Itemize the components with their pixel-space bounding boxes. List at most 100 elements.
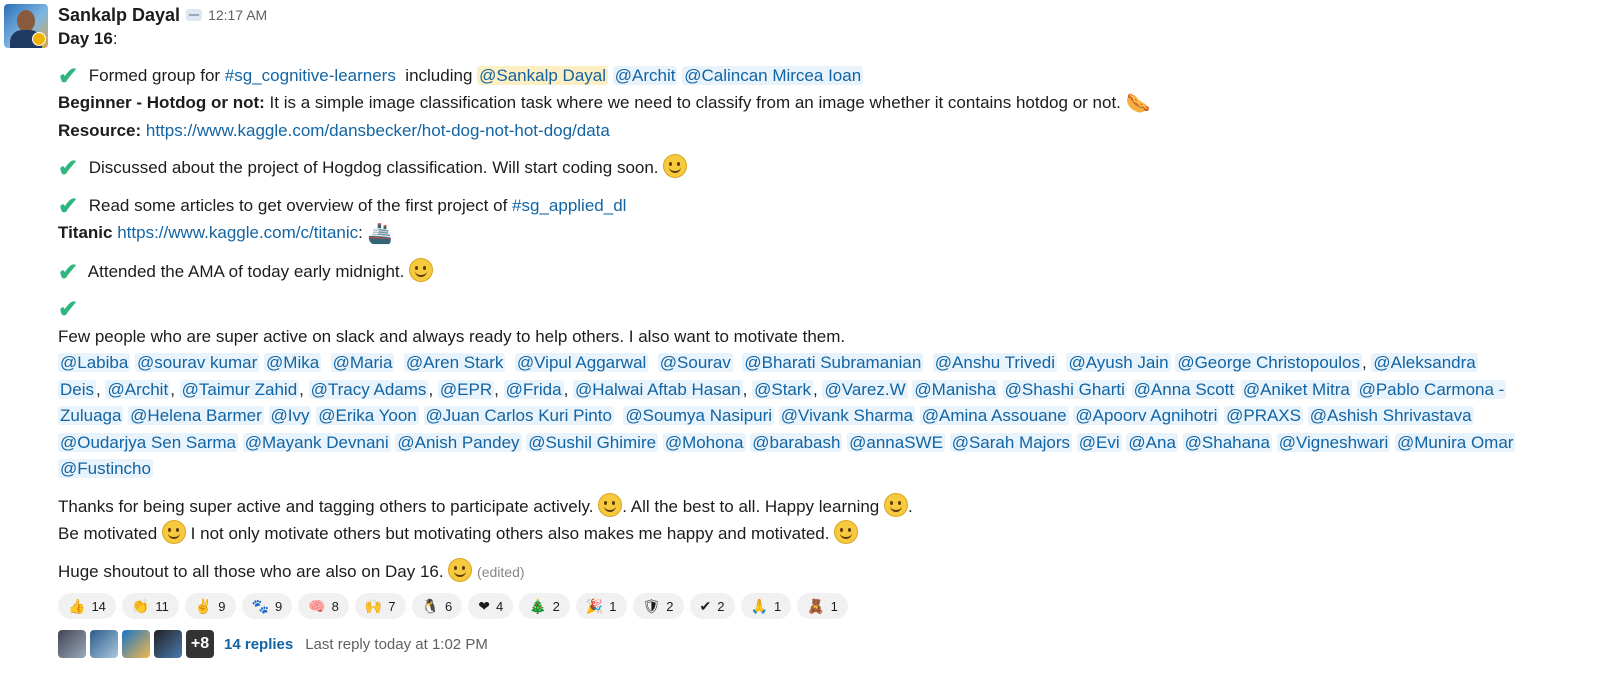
- mention[interactable]: @Sarah Majors: [949, 432, 1073, 452]
- more-repliers[interactable]: +8: [186, 630, 214, 658]
- channel-link[interactable]: #sg_cognitive-learners: [225, 66, 396, 85]
- mention[interactable]: @Vivank Sharma: [778, 406, 916, 425]
- mention[interactable]: @Ana: [1126, 432, 1178, 452]
- mention[interactable]: @annaSWE: [847, 432, 945, 452]
- reaction-emoji-icon: 🐧: [421, 597, 439, 614]
- reaction-pill[interactable]: 🎉 1: [575, 593, 627, 619]
- mention[interactable]: @Archit: [612, 65, 678, 85]
- titanic-line: Titanic https://www.kaggle.com/c/titanic…: [58, 220, 1578, 248]
- reaction-bar: 👍 14 👏 11 ✌ 9 🐾 9 🧠 8 🙌 7 🐧 6 ❤ 4 🎄 2 🎉 1 🛡 2 ✔ 2 🙏 1 🧸 1: [58, 593, 1578, 621]
- mention[interactable]: @Erika Yoon: [316, 406, 419, 425]
- mention-line: Zuluaga @Helena Barmer @Ivy @Erika Yoon …: [58, 403, 1578, 430]
- mention[interactable]: @Vipul Aggarwal: [514, 353, 649, 372]
- reaction-emoji-icon: 🎉: [585, 597, 604, 614]
- check-icon: ✔: [58, 258, 79, 286]
- reply-avatar[interactable]: [154, 630, 182, 658]
- mention[interactable]: @Tracy Adams: [308, 379, 429, 399]
- reaction-pill[interactable]: 🙏 1: [740, 593, 792, 619]
- mention[interactable]: @Sankalp Dayal: [477, 65, 609, 85]
- mention[interactable]: @Ashish Shrivastava: [1307, 406, 1474, 425]
- mention[interactable]: @Ivy: [268, 406, 312, 425]
- mention[interactable]: @Mika: [264, 353, 322, 372]
- mention[interactable]: @Halwai Aftab Hasan: [573, 379, 743, 399]
- check-icon: ✔: [58, 192, 79, 220]
- mention[interactable]: @Labiba: [58, 353, 131, 372]
- channel-link[interactable]: #sg_applied_dl: [512, 196, 626, 215]
- mention[interactable]: @Anna Scott: [1131, 379, 1237, 399]
- mention[interactable]: @Mayank Devnani: [242, 432, 391, 452]
- mention[interactable]: @Pablo Carmona -: [1356, 379, 1507, 399]
- mention[interactable]: @Apoorv Agnihotri: [1073, 406, 1220, 425]
- mention[interactable]: @Juan Carlos Kuri Pinto: [423, 406, 614, 425]
- reply-avatar[interactable]: [122, 630, 150, 658]
- reaction-pill[interactable]: 🛡 2: [632, 593, 684, 619]
- mention[interactable]: @Calincan Mircea Ioan: [682, 65, 864, 85]
- mention[interactable]: @PRAXS: [1224, 406, 1303, 425]
- reaction-pill[interactable]: 👍 14: [58, 593, 116, 619]
- mention-line: @Labiba @sourav kumar @Mika @Maria @Aren…: [58, 353, 1478, 372]
- mention[interactable]: @Aleksandra: [1371, 353, 1478, 372]
- mention[interactable]: @Aniket Mitra: [1240, 379, 1352, 399]
- mention[interactable]: @Varez.W: [822, 379, 908, 399]
- item-attended-ama: ✔ Attended the AMA of today early midnig…: [58, 257, 1578, 287]
- mention[interactable]: @Anish Pandey: [395, 432, 522, 452]
- mention[interactable]: @barabash: [750, 432, 843, 452]
- reaction-emoji-icon: ❤: [478, 597, 490, 614]
- mention[interactable]: @Ayush Jain: [1066, 353, 1171, 372]
- reaction-pill[interactable]: 🧠 8: [298, 593, 349, 619]
- replies-link[interactable]: 14 replies: [224, 636, 293, 653]
- beginner-line: Beginner - Hotdog or not: It is a simple…: [58, 90, 1578, 118]
- mention[interactable]: @sourav kumar: [135, 353, 260, 372]
- mention[interactable]: @George Christopoulos: [1175, 353, 1362, 372]
- active-people-line: Few people who are super active on slack…: [58, 326, 846, 346]
- mention[interactable]: Zuluaga: [58, 406, 124, 425]
- mention[interactable]: @Amina Assouane: [919, 406, 1069, 425]
- smile-icon: [883, 492, 908, 517]
- check-icon: ✔: [58, 62, 79, 90]
- mention[interactable]: @Fustincho: [58, 459, 153, 478]
- mention[interactable]: @Helena Barmer: [128, 406, 264, 425]
- mention[interactable]: @Aren Stark: [403, 353, 506, 372]
- reply-avatar[interactable]: [58, 630, 86, 658]
- thread-bar[interactable]: +8 14 replies Last reply today at 1:02 P…: [58, 629, 1578, 659]
- reaction-pill[interactable]: ❤ 4: [468, 593, 514, 619]
- mention[interactable]: @Archit: [105, 379, 171, 399]
- reply-avatar[interactable]: [90, 630, 118, 658]
- mention[interactable]: @Frida: [503, 379, 564, 399]
- reaction-pill[interactable]: ✔ 2: [689, 593, 735, 619]
- reaction-pill[interactable]: 🎄 2: [519, 593, 570, 619]
- mention[interactable]: @Taimur Zahid: [179, 379, 300, 399]
- edited-label: (edited): [477, 563, 525, 580]
- mention[interactable]: @Shashi Gharti: [1002, 379, 1127, 399]
- mention[interactable]: @Manisha: [912, 379, 998, 399]
- mention[interactable]: @Munira Omar: [1395, 432, 1516, 452]
- mention[interactable]: @Maria: [330, 353, 395, 372]
- mention[interactable]: @Bharati Subramanian: [742, 353, 924, 372]
- mention[interactable]: @Vigneshwari: [1276, 432, 1391, 452]
- hotdog-icon: 🌭: [1125, 93, 1151, 115]
- reaction-count: 1: [830, 598, 838, 614]
- mention[interactable]: @Oudarjya Sen Sarma: [58, 432, 239, 452]
- reaction-pill[interactable]: 🧸 1: [797, 593, 848, 619]
- mention[interactable]: @Soumya Nasipuri: [623, 406, 775, 425]
- mention[interactable]: Deis: [58, 379, 97, 399]
- reaction-pill[interactable]: 🙌 7: [354, 593, 406, 619]
- mention[interactable]: @Shahana: [1182, 432, 1272, 452]
- titanic-link[interactable]: https://www.kaggle.com/c/titanic: [117, 223, 358, 242]
- avatar[interactable]: [4, 4, 48, 48]
- reaction-pill[interactable]: 👏 11: [121, 593, 179, 619]
- mention[interactable]: @Evi: [1076, 432, 1122, 452]
- reaction-pill[interactable]: 🐧 6: [411, 593, 463, 619]
- reaction-pill[interactable]: ✌ 9: [184, 593, 236, 619]
- message-header: Sankalp Dayal 12:17 AM: [58, 4, 1578, 26]
- mention[interactable]: @Stark: [752, 379, 814, 399]
- reaction-pill[interactable]: 🐾 9: [241, 593, 293, 619]
- mention[interactable]: @Mohona: [662, 432, 746, 452]
- timestamp[interactable]: 12:17 AM: [208, 4, 267, 26]
- author-name[interactable]: Sankalp Dayal: [58, 4, 180, 26]
- mention[interactable]: @Sourav: [657, 353, 733, 372]
- mention[interactable]: @Anshu Trivedi: [932, 353, 1058, 372]
- mention[interactable]: @EPR: [437, 379, 495, 399]
- mention[interactable]: @Sushil Ghimire: [526, 432, 659, 452]
- resource-link[interactable]: https://www.kaggle.com/dansbecker/hot-do…: [146, 121, 610, 140]
